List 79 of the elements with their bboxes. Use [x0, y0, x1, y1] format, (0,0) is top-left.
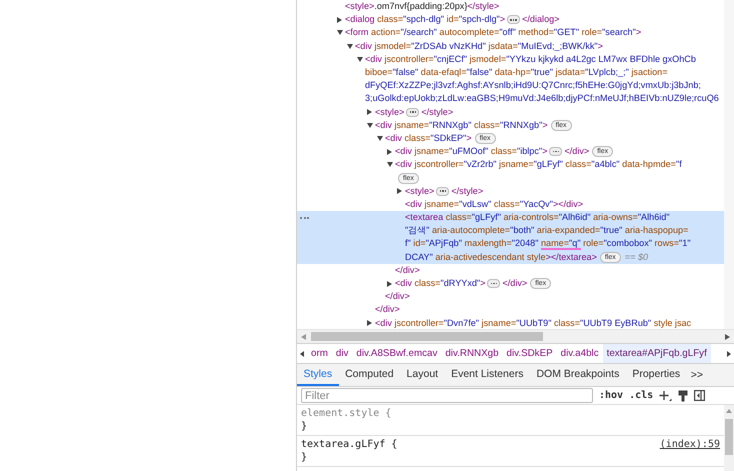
- code-text: <div jsname="uFMOof" class="iblpc">: [395, 145, 548, 158]
- breadcrumb-item[interactable]: textarea#APjFqb.gLFyf: [602, 344, 711, 363]
- code-text: <div class="dRYYxd">: [395, 276, 486, 290]
- add-icon[interactable]: [659, 390, 672, 402]
- breadcrumb-item[interactable]: div.RNNXgb: [441, 344, 503, 363]
- collapsed-content-button[interactable]: [507, 15, 520, 24]
- panel-tab[interactable]: Event Listeners: [444, 364, 530, 386]
- panel-tab[interactable]: Properties: [626, 364, 687, 386]
- closing-tag: </div>: [564, 145, 590, 158]
- expand-arrow-icon[interactable]: [377, 136, 383, 141]
- selected-node-row[interactable]: <textarea class="gLFyf" aria-controls="Alh6id" aria-owns="Alh6id": [297, 211, 724, 224]
- closing-tag: </div>: [385, 290, 410, 304]
- selected-node-row[interactable]: f" id="APjFqb" maxlength="2048" name="q" role="combobox" rows="1": [297, 237, 724, 251]
- expand-arrow-icon[interactable]: [387, 162, 393, 168]
- closing-tag: </div>: [502, 276, 528, 290]
- breadcrumb-item[interactable]: div.A8SBwf.emcav: [352, 344, 442, 363]
- panel-tab[interactable]: Computed: [338, 364, 400, 386]
- code-text: <div jscontroller="vZr2rb" jsname="gLFyf" class="a4blc" data-hpmde="f: [395, 158, 682, 172]
- collapse-arrow-icon[interactable]: [387, 280, 392, 287]
- code-text: <div jscontroller="Dvn7fe" jsname="UUbT9" class="UUbT9 EyBRub" style jsac: [375, 316, 692, 329]
- code-text: <textarea class="gLFyf" aria-controls="Alh6id" aria-owns="Alh6id": [405, 211, 670, 224]
- collapsed-content-button[interactable]: [436, 186, 450, 196]
- code-text: <dialog class="spch-dlg" id="spch-dlg">: [345, 13, 506, 26]
- code-text: <div jscontroller="cnjECf" jsmodel="YYkzu kjkykd a4L2gc LM7wx BFDhle gxOhCb: [365, 52, 696, 66]
- collapse-arrow-icon[interactable]: [397, 188, 402, 194]
- code-text: <div jsname="RNNXgb" class="RNNXgb">: [375, 118, 548, 132]
- breadcrumb-item[interactable]: div.SDkEP: [502, 344, 557, 363]
- expand-arrow-icon[interactable]: [357, 56, 363, 62]
- panel-tab[interactable]: Layout: [400, 364, 445, 386]
- collapsed-content-button[interactable]: [406, 108, 420, 117]
- collapse-arrow-icon[interactable]: [367, 109, 372, 116]
- sidebar-toggle-icon[interactable]: [694, 390, 706, 401]
- scroll-right-icon[interactable]: [725, 334, 730, 340]
- source-link[interactable]: (index):59: [660, 438, 720, 451]
- code-text: <div jsmodel="ZrDSAb vNzKHd" jsdata="MuIEvd;_;BWK/kk">: [355, 40, 603, 53]
- collapsed-content-button[interactable]: [549, 147, 562, 156]
- scroll-left-icon[interactable]: [300, 350, 304, 356]
- hover-state-toggle[interactable]: :hov: [599, 390, 624, 401]
- code-text: <div class="SDkEP">: [385, 132, 472, 145]
- closing-tag: </dialog>: [522, 13, 560, 26]
- closing-brace: }: [301, 420, 308, 433]
- code-text: <style>: [375, 106, 404, 119]
- code-text: dFyQEf:XzZZPe;jl3vzf:Aghsf:AYsnlb;iHd9U:Q7Cnrc;f5hEHe:G0jgYd;vmxUb:j3bJnb;: [365, 79, 701, 92]
- code-text: biboe="false" data-efaql="false" data-hp="true" jsdata="LVplcb;_;" jsaction=: [365, 66, 668, 79]
- code-text: <style>: [405, 184, 434, 198]
- more-tabs-button[interactable]: >>: [686, 364, 707, 386]
- breadcrumb-item[interactable]: div.a4blc: [556, 344, 603, 363]
- expand-arrow-icon[interactable]: [367, 122, 373, 128]
- vertical-scrollbar[interactable]: [724, 405, 734, 471]
- code-text: "검색" aria-autocomplete="both" aria-expanded="true" aria-haspopup=: [405, 224, 688, 238]
- code-text: DCAY" aria-activedescendant style></textarea>: [405, 250, 597, 264]
- rule-selector: textarea.gLFyf {: [301, 438, 398, 451]
- collapse-arrow-icon[interactable]: [337, 16, 342, 23]
- paint-roller-icon[interactable]: [678, 390, 688, 402]
- collapsed-content-button[interactable]: [487, 279, 500, 288]
- collapse-arrow-icon[interactable]: [387, 148, 392, 155]
- closing-tag: </div>: [375, 303, 400, 317]
- closing-tag: </div>: [395, 264, 420, 277]
- code-text: <style>.om7nvf{padding:20px}</style>: [345, 0, 500, 13]
- breadcrumb-item[interactable]: orm: [307, 344, 332, 363]
- vertical-scrollbar[interactable]: [724, 0, 734, 329]
- selected-node-row[interactable]: "검색" aria-autocomplete="both" aria-expanded="true" aria-haspopup=: [297, 224, 724, 238]
- rule-selector: element.style {: [301, 407, 392, 420]
- code-text: <form action="/search" autocomplete="off" method="GET" role="search">: [345, 26, 642, 40]
- panel-tab[interactable]: DOM Breakpoints: [530, 364, 626, 386]
- collapse-arrow-icon[interactable]: [367, 320, 372, 326]
- closing-brace: }: [301, 451, 308, 464]
- expand-arrow-icon[interactable]: [347, 44, 353, 49]
- closing-tag: </style>: [421, 106, 454, 119]
- class-toggle[interactable]: .cls: [629, 390, 654, 401]
- expand-arrow-icon[interactable]: [337, 30, 343, 36]
- code-text: <div jsname="vdLsw" class="YacQv"></div>: [405, 198, 584, 211]
- closing-tag: </style>: [451, 184, 484, 198]
- console-reference: == $0: [624, 250, 648, 264]
- code-text: 3;uGolkd:epUokb;zLdLw:eaGBS;H9muVd:J4e6lb;djyPCf:nMeUJf;hBEIVb:nUZ9le;rcuQ6: [365, 92, 719, 106]
- breadcrumb-item[interactable]: div: [332, 344, 352, 363]
- horizontal-scrollbar[interactable]: [297, 329, 734, 343]
- filter-field[interactable]: Filter: [301, 388, 593, 403]
- scroll-right-icon[interactable]: [727, 350, 731, 356]
